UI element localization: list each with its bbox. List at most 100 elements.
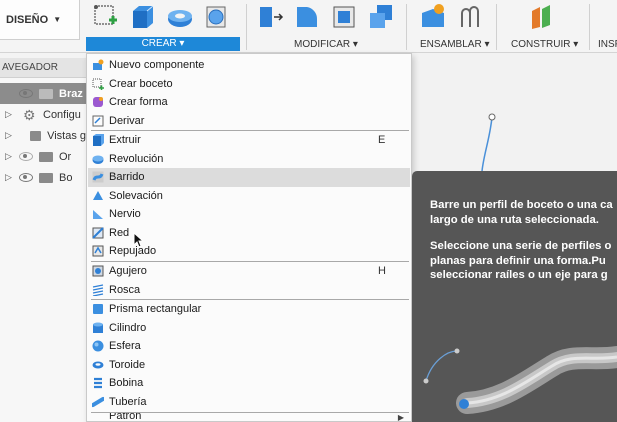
shortcut-label: H	[378, 265, 386, 278]
menu-item-hole[interactable]: Agujero H	[88, 262, 410, 281]
joint-icon[interactable]	[456, 3, 484, 31]
menu-item-revolve[interactable]: Revolución	[88, 150, 410, 169]
shortcut-label: E	[378, 134, 386, 147]
tab-assemble[interactable]: ENSAMBLAR ▾	[420, 39, 490, 50]
hole-icon	[92, 265, 104, 277]
toolbar-divider	[589, 4, 590, 50]
navigator-row-views[interactable]: ▷ Vistas g	[0, 125, 86, 146]
tab-create[interactable]: CREAR ▾	[86, 37, 240, 51]
loft-icon	[93, 190, 103, 200]
pattern-icon	[92, 413, 104, 422]
navigator-label: Configu	[43, 108, 81, 121]
cylinder-icon	[93, 322, 103, 333]
menu-item-extrude[interactable]: Extruir E	[88, 131, 410, 150]
toolbar: DISEÑO ▼ CREAR ▾ MODIFICAR ▾ ENSAMBLAR ▾…	[0, 0, 617, 53]
menu-item-new-component[interactable]: Nuevo componente	[88, 56, 410, 75]
menu-item-torus[interactable]: Toroide	[88, 356, 410, 375]
navigator-label: Braz	[59, 87, 83, 100]
toolbar-divider	[406, 4, 407, 50]
extrude-icon	[93, 134, 104, 147]
revolve-icon	[92, 155, 104, 164]
sphere-icon	[92, 340, 104, 352]
new-component-icon[interactable]	[419, 3, 447, 31]
folder-icon	[39, 172, 53, 183]
thread-icon	[92, 284, 104, 296]
component-icon	[39, 88, 53, 99]
expand-icon[interactable]: ▷	[5, 130, 12, 141]
sweep-preview-image	[423, 346, 617, 414]
expand-icon[interactable]: ▷	[5, 109, 13, 120]
visibility-eye-icon[interactable]	[19, 89, 33, 98]
gear-icon: ⚙	[23, 106, 36, 123]
menu-item-coil[interactable]: Bobina	[88, 374, 410, 393]
menu-item-pipe[interactable]: Tubería	[88, 393, 410, 412]
navigator-label: Or	[59, 150, 72, 163]
sweep-tooltip: Barre un perfil de boceto o una ca largo…	[412, 171, 617, 422]
menu-item-derive[interactable]: Derivar	[88, 112, 410, 131]
create-tools	[92, 3, 231, 36]
coil-icon	[94, 378, 102, 389]
modify-tools	[256, 3, 395, 36]
press-pull-icon[interactable]	[256, 3, 284, 31]
toolbar-divider	[246, 4, 247, 50]
menu-item-loft[interactable]: Solevación	[88, 187, 410, 206]
tooltip-text: Seleccione una serie de perfiles o	[430, 240, 612, 252]
construct-tools	[528, 3, 556, 36]
menu-item-cylinder[interactable]: Cilindro	[88, 319, 410, 338]
web-icon	[92, 227, 104, 239]
sweep-icon	[92, 171, 104, 183]
box-icon	[93, 304, 103, 315]
offset-plane-icon[interactable]	[528, 3, 556, 31]
revolve-icon[interactable]	[166, 3, 194, 31]
navigator-row-component[interactable]: Braz	[0, 83, 86, 104]
navigator-row-bodies[interactable]: ▷ Bo	[0, 167, 86, 188]
navigator-tree: Braz ▷ ⚙ Configu ▷ Vistas g ▷ Or ▷ Bo	[0, 78, 86, 422]
menu-item-box[interactable]: Prisma rectangular	[88, 300, 410, 319]
mouse-cursor-icon	[133, 232, 145, 248]
tooltip-text: planas para definir una forma.Pu	[430, 254, 606, 267]
menu-item-create-sketch[interactable]: Crear boceto	[88, 75, 410, 94]
fillet-icon[interactable]	[293, 3, 321, 31]
menu-item-pattern[interactable]: Patrón ▶	[88, 413, 410, 422]
menu-item-sphere[interactable]: Esfera	[88, 337, 410, 356]
emboss-icon	[92, 245, 104, 257]
create-sketch-icon[interactable]	[92, 3, 120, 31]
create-sketch-icon	[92, 78, 104, 90]
workspace-dropdown[interactable]: DISEÑO ▼	[0, 0, 80, 40]
submenu-arrow-icon: ▶	[397, 413, 404, 422]
tooltip-text: Barre un perfil de boceto o una ca	[430, 199, 613, 211]
navigator-row-settings[interactable]: ▷ ⚙ Configu	[0, 104, 86, 125]
workspace-label: DISEÑO	[6, 13, 49, 26]
rib-icon	[93, 210, 103, 220]
folder-icon	[39, 151, 53, 162]
menu-item-sweep[interactable]: Barrido	[88, 168, 410, 187]
extrude-icon[interactable]	[129, 3, 157, 31]
shell-icon[interactable]	[330, 3, 358, 31]
pipe-icon	[92, 396, 104, 407]
sweep-icon[interactable]	[203, 3, 231, 31]
folder-icon	[29, 130, 42, 141]
toolbar-divider	[496, 4, 497, 50]
navigator-header: AVEGADOR	[0, 58, 86, 78]
assemble-tools	[419, 3, 484, 36]
tab-construct[interactable]: CONSTRUIR ▾	[511, 39, 578, 50]
derive-icon	[92, 115, 104, 127]
new-component-icon	[93, 59, 104, 71]
combine-icon[interactable]	[367, 3, 395, 31]
menu-item-thread[interactable]: Rosca	[88, 281, 410, 300]
torus-icon	[92, 361, 104, 369]
tab-modify[interactable]: MODIFICAR ▾	[294, 39, 358, 50]
menu-item-rib[interactable]: Nervio	[88, 205, 410, 224]
hidden-eye-icon[interactable]	[19, 152, 33, 161]
expand-icon[interactable]: ▷	[5, 151, 13, 162]
tooltip-text: seleccionar raíles o un eje para g	[430, 269, 608, 281]
menu-item-create-form[interactable]: Crear forma	[88, 93, 410, 112]
create-form-icon	[93, 97, 103, 108]
visibility-eye-icon[interactable]	[19, 173, 33, 182]
navigator-row-origin[interactable]: ▷ Or	[0, 146, 86, 167]
expand-icon[interactable]: ▷	[5, 172, 13, 183]
tab-inspect[interactable]: INSP	[598, 39, 617, 50]
tooltip-text: largo de una ruta seleccionada.	[430, 213, 599, 226]
navigator-label: Vistas g	[47, 129, 86, 142]
create-menu: Nuevo componente Crear boceto Crear form…	[86, 53, 412, 422]
